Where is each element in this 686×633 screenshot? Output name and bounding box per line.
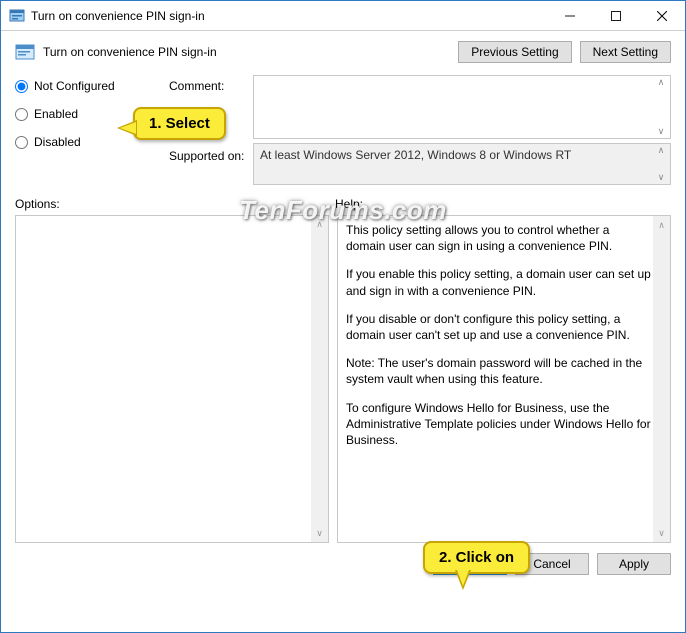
radio-not-configured-input[interactable]	[15, 80, 28, 93]
comment-scrollbar[interactable]: ∧∨	[654, 78, 668, 136]
radio-not-configured[interactable]: Not Configured	[15, 79, 165, 93]
previous-setting-button[interactable]: Previous Setting	[458, 41, 571, 63]
help-scrollbar[interactable]: ∧∨	[653, 216, 670, 542]
next-setting-button[interactable]: Next Setting	[580, 41, 671, 63]
help-paragraph: If you disable or don't configure this p…	[346, 311, 652, 343]
help-label: Help:	[335, 197, 363, 211]
supported-on-box: At least Windows Server 2012, Windows 8 …	[253, 143, 671, 185]
callout-click: 2. Click on	[423, 541, 530, 574]
header-row: Turn on convenience PIN sign-in Previous…	[1, 31, 685, 69]
close-button[interactable]	[639, 1, 685, 30]
help-paragraph: This policy setting allows you to contro…	[346, 222, 652, 254]
apply-button[interactable]: Apply	[597, 553, 671, 575]
policy-title: Turn on convenience PIN sign-in	[43, 45, 458, 59]
window-title: Turn on convenience PIN sign-in	[31, 9, 547, 23]
callout-select-text: 1. Select	[149, 115, 210, 132]
window-controls	[547, 1, 685, 30]
options-scrollbar[interactable]: ∧∨	[311, 216, 328, 542]
radio-not-configured-label: Not Configured	[34, 79, 115, 93]
comment-label: Comment:	[169, 75, 249, 93]
help-paragraph: Note: The user's domain password will be…	[346, 355, 652, 387]
policy-icon	[15, 42, 35, 62]
app-icon	[9, 8, 25, 24]
radio-enabled-input[interactable]	[15, 108, 28, 121]
radio-disabled-label: Disabled	[34, 135, 81, 149]
callout-select: 1. Select	[133, 107, 226, 140]
titlebar: Turn on convenience PIN sign-in	[1, 1, 685, 31]
radio-disabled-input[interactable]	[15, 136, 28, 149]
options-panel: ∧∨	[15, 215, 329, 543]
comment-textarea[interactable]: ∧∨	[253, 75, 671, 139]
radio-enabled-label: Enabled	[34, 107, 78, 121]
supported-scrollbar[interactable]: ∧∨	[654, 146, 668, 182]
help-paragraph: If you enable this policy setting, a dom…	[346, 266, 652, 298]
help-panel: This policy setting allows you to contro…	[337, 215, 671, 543]
dialog-buttons: OK Cancel Apply	[1, 543, 685, 575]
supported-label: Supported on:	[169, 143, 249, 163]
supported-on-text: At least Windows Server 2012, Windows 8 …	[260, 148, 571, 162]
maximize-button[interactable]	[593, 1, 639, 30]
help-paragraph: To configure Windows Hello for Business,…	[346, 400, 652, 449]
minimize-button[interactable]	[547, 1, 593, 30]
callout-click-text: 2. Click on	[439, 549, 514, 566]
options-label: Options:	[15, 197, 335, 211]
